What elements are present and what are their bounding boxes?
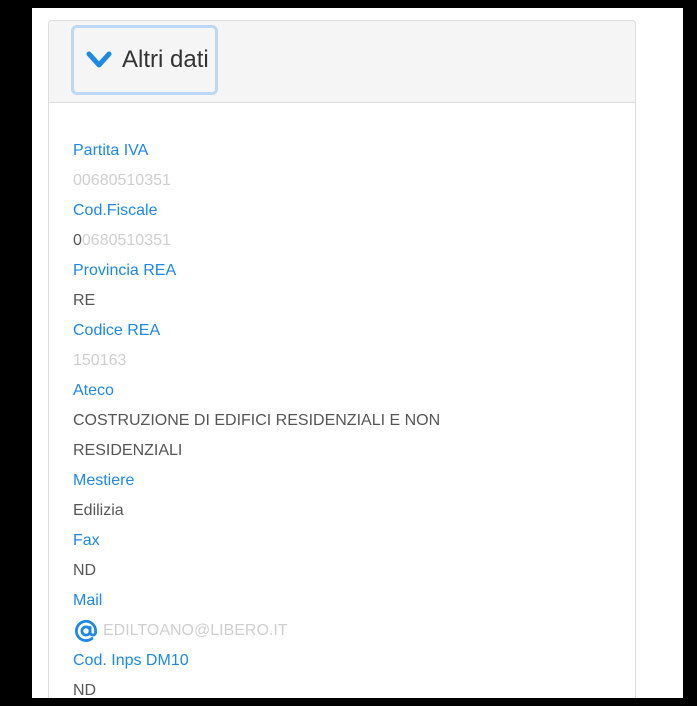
codice-rea-label: Codice REA — [73, 322, 161, 339]
cod-fiscale-label: Cod.Fiscale — [73, 202, 158, 219]
content-frame: Altri dati Partita IVA 00680510351 Cod.F… — [32, 8, 683, 698]
partita-iva-value: 00680510351 — [73, 172, 171, 189]
panel-heading: Altri dati — [49, 21, 635, 103]
mail-label: Mail — [73, 592, 103, 609]
fax-value: ND — [73, 562, 97, 579]
ateco-label: Ateco — [73, 382, 114, 399]
mestiere-value: Edilizia — [73, 502, 124, 519]
ateco-value: COSTRUZIONE DI EDIFICI RESIDENZIALI E NO… — [73, 412, 441, 459]
codice-rea-value: 150163 — [73, 352, 127, 369]
fields-list: Partita IVA 00680510351 Cod.Fiscale 0068… — [73, 136, 613, 698]
fax-label: Fax — [73, 532, 100, 549]
provincia-rea-label: Provincia REA — [73, 262, 177, 279]
mail-value[interactable]: EDILTOANO@LIBERO.IT — [103, 616, 288, 646]
cod-fiscale-value-first: 0 — [73, 232, 82, 249]
at-icon — [75, 619, 98, 642]
cod-fiscale-value: 00680510351 — [73, 226, 613, 256]
mail-value-row[interactable]: EDILTOANO@LIBERO.IT — [73, 616, 613, 646]
altri-dati-toggle-button[interactable]: Altri dati — [71, 25, 218, 95]
mestiere-label: Mestiere — [73, 472, 135, 489]
cod-inps-value: ND — [73, 682, 97, 698]
altri-dati-panel: Altri dati Partita IVA 00680510351 Cod.F… — [48, 20, 636, 698]
partita-iva-label: Partita IVA — [73, 142, 149, 159]
cod-fiscale-value-rest: 0680510351 — [81, 232, 171, 249]
provincia-rea-value: RE — [73, 292, 96, 309]
cod-inps-label: Cod. Inps DM10 — [73, 652, 189, 669]
section-title: Altri dati — [122, 46, 209, 73]
chevron-down-icon — [84, 45, 114, 75]
